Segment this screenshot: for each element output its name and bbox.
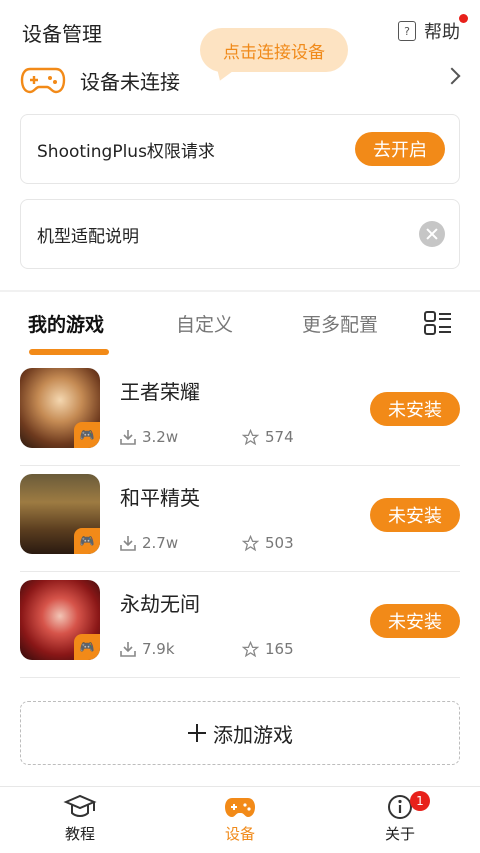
download-count-text: 2.7w bbox=[142, 534, 179, 552]
star-icon bbox=[242, 534, 259, 551]
add-game-label: 添加游戏 bbox=[213, 722, 293, 747]
tab-custom[interactable]: 自定义 bbox=[176, 310, 233, 337]
permission-text: ShootingPlus权限请求 bbox=[37, 141, 215, 162]
star-count-text: 574 bbox=[265, 428, 294, 446]
star-icon bbox=[242, 640, 259, 657]
permission-card: ShootingPlus权限请求 去开启 bbox=[20, 114, 460, 184]
game-tabs: 我的游戏 自定义 更多配置 bbox=[0, 300, 480, 358]
game-meta: 3.2w 574 bbox=[120, 428, 294, 446]
install-button[interactable]: 未安装 bbox=[370, 392, 460, 426]
nav-about[interactable]: 关于 1 bbox=[360, 791, 440, 844]
install-button[interactable]: 未安装 bbox=[370, 498, 460, 532]
game-thumbnail: 🎮 bbox=[20, 580, 100, 660]
tab-my-games[interactable]: 我的游戏 bbox=[28, 310, 104, 337]
star-count: 165 bbox=[242, 640, 294, 658]
star-count: 574 bbox=[242, 428, 294, 446]
model-adaptation-text: 机型适配说明 bbox=[37, 226, 139, 247]
nav-about-label: 关于 bbox=[384, 825, 415, 843]
game-name: 王者荣耀 bbox=[120, 380, 200, 404]
download-count-text: 7.9k bbox=[142, 640, 175, 658]
connect-device-tooltip[interactable]: 点击连接设备 bbox=[200, 28, 348, 72]
graduation-cap-icon bbox=[63, 794, 97, 817]
nav-tutorial-label: 教程 bbox=[64, 825, 95, 843]
help-notification-dot bbox=[459, 14, 468, 23]
download-count-text: 3.2w bbox=[142, 428, 179, 446]
add-game-button[interactable]: 添加游戏 bbox=[20, 701, 460, 765]
install-button[interactable]: 未安装 bbox=[370, 604, 460, 638]
game-name: 和平精英 bbox=[120, 486, 200, 510]
game-thumbnail: 🎮 bbox=[20, 474, 100, 554]
nav-device-label: 设备 bbox=[224, 825, 255, 843]
game-thumbnail: 🎮 bbox=[20, 368, 100, 448]
game-name: 永劫无间 bbox=[120, 592, 200, 616]
download-count: 3.2w bbox=[120, 428, 242, 446]
download-icon bbox=[120, 536, 136, 551]
download-count: 2.7w bbox=[120, 534, 242, 552]
model-adaptation-card[interactable]: 机型适配说明 bbox=[20, 199, 460, 269]
gamepad-icon bbox=[20, 67, 66, 94]
star-count-text: 503 bbox=[265, 534, 294, 552]
list-view-icon[interactable] bbox=[424, 310, 452, 336]
download-icon bbox=[120, 642, 136, 657]
section-divider bbox=[0, 290, 480, 292]
help-icon: ? bbox=[398, 21, 416, 41]
star-icon bbox=[242, 428, 259, 445]
gamepad-icon bbox=[225, 798, 255, 817]
help-label: 帮助 bbox=[424, 22, 460, 43]
close-icon[interactable] bbox=[419, 221, 445, 247]
list-item[interactable]: 🎮 和平精英 2.7w 503 未安装 bbox=[0, 466, 480, 572]
bottom-navigation: 教程 设备 关于 1 bbox=[0, 786, 480, 853]
page-title: 设备管理 bbox=[22, 22, 102, 46]
plus-icon bbox=[188, 724, 206, 742]
download-count: 7.9k bbox=[120, 640, 242, 658]
enable-permission-button[interactable]: 去开启 bbox=[355, 132, 445, 166]
gamepad-badge-icon: 🎮 bbox=[74, 528, 100, 554]
game-meta: 7.9k 165 bbox=[120, 640, 294, 658]
download-icon bbox=[120, 430, 136, 445]
device-status-text: 设备未连接 bbox=[80, 69, 180, 94]
gamepad-badge-icon: 🎮 bbox=[74, 634, 100, 660]
active-tab-indicator bbox=[29, 349, 109, 355]
list-item[interactable]: 🎮 永劫无间 7.9k 165 未安装 bbox=[0, 572, 480, 678]
nav-device[interactable]: 设备 bbox=[200, 793, 280, 844]
game-meta: 2.7w 503 bbox=[120, 534, 294, 552]
tab-more-config[interactable]: 更多配置 bbox=[302, 310, 378, 337]
star-count: 503 bbox=[242, 534, 294, 552]
device-header: 设备管理 ? 帮助 设备未连接 点击连接设备 ShootingPlus权限请求 … bbox=[0, 0, 480, 290]
notification-badge: 1 bbox=[410, 791, 430, 811]
divider bbox=[20, 677, 460, 678]
chevron-right-icon[interactable] bbox=[443, 67, 461, 85]
star-count-text: 165 bbox=[265, 640, 294, 658]
help-button[interactable]: ? 帮助 bbox=[398, 14, 468, 44]
list-item[interactable]: 🎮 王者荣耀 3.2w 574 未安装 bbox=[0, 360, 480, 466]
gamepad-badge-icon: 🎮 bbox=[74, 422, 100, 448]
nav-tutorial[interactable]: 教程 bbox=[40, 793, 120, 844]
